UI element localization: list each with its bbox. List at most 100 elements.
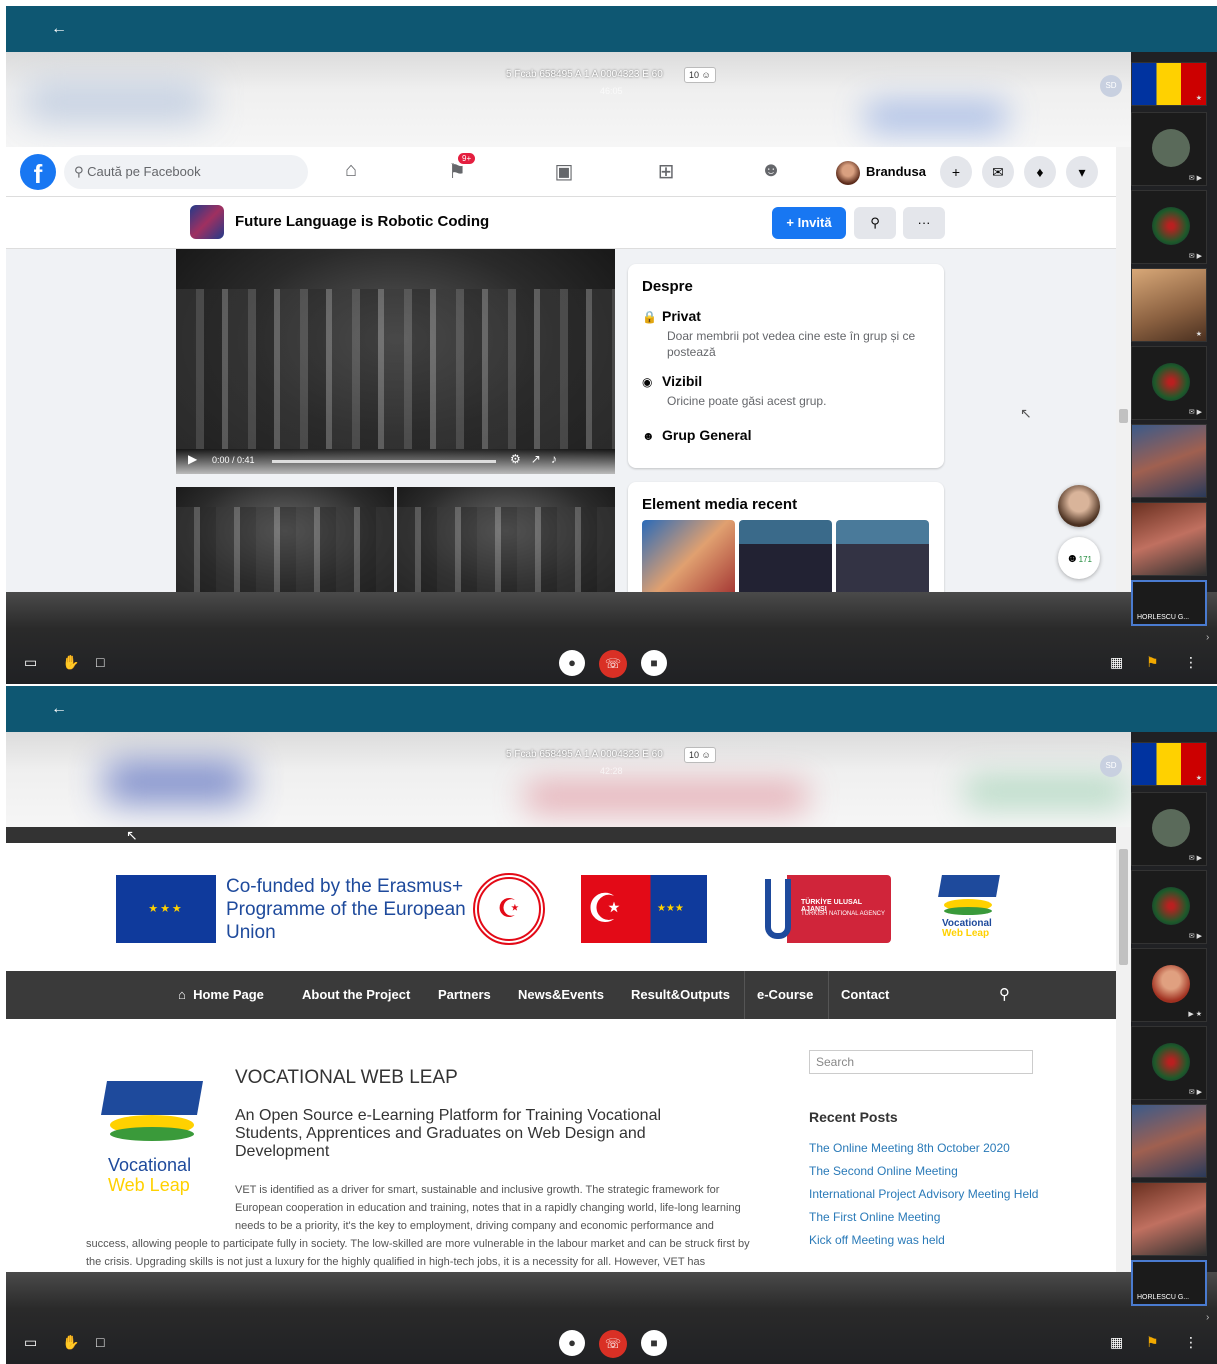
- facebook-user[interactable]: Brandusa: [836, 159, 926, 185]
- avatar: [836, 160, 860, 185]
- chat-icon[interactable]: □: [96, 654, 104, 670]
- video-thumb-1[interactable]: [176, 487, 394, 592]
- menu-home[interactable]: ⌂ Home Page: [178, 971, 264, 1019]
- presenter-strip: 5 Fcab 658495 A 1 A 0004323 E 60 10 ☺ 42…: [6, 732, 1131, 827]
- bell-icon[interactable]: ♦: [1024, 156, 1056, 188]
- recent-post-link[interactable]: The First Online Meeting: [809, 1210, 940, 1224]
- meeting-panel-1: ← 5 Fcab 658495 A 1 A 0004323 E 60 10 ☺ …: [6, 6, 1217, 684]
- hang-up-button[interactable]: ☏: [599, 650, 627, 678]
- grid-layout-icon[interactable]: ▦: [1110, 654, 1123, 671]
- participant-tile[interactable]: ★: [1131, 268, 1207, 342]
- participant-tile[interactable]: ✉ ▶: [1131, 346, 1207, 420]
- menu-partners[interactable]: Partners: [438, 971, 491, 1019]
- menu-news[interactable]: News&Events: [518, 971, 604, 1019]
- marketplace-icon[interactable]: ⊞: [651, 159, 681, 185]
- microphone-icon[interactable]: ●: [559, 650, 585, 676]
- turkish-national-agency-logo: TÜRKİYE ULUSAL AJANSI TURKISH NATIONAL A…: [761, 875, 891, 943]
- chat-icon[interactable]: □: [96, 1334, 104, 1350]
- screen-share-icon[interactable]: ▭: [24, 1334, 37, 1351]
- participant-tile[interactable]: [1131, 1182, 1207, 1256]
- screen-share-icon[interactable]: ▭: [24, 654, 37, 671]
- recent-post-link[interactable]: International Project Advisory Meeting H…: [809, 1187, 1038, 1201]
- shield-icon[interactable]: ⚑: [1146, 1334, 1159, 1351]
- group-search-icon[interactable]: ⚲: [854, 207, 896, 239]
- back-arrow-icon[interactable]: ←: [48, 698, 70, 720]
- group-thumbnail[interactable]: [190, 205, 224, 239]
- play-icon[interactable]: ▶: [188, 452, 197, 466]
- menu-about[interactable]: About the Project: [302, 971, 410, 1019]
- group-title[interactable]: Future Language is Robotic Coding: [235, 213, 489, 230]
- participant-tile[interactable]: [1131, 424, 1207, 498]
- eye-icon: ◉: [642, 375, 653, 389]
- video-thumb-2[interactable]: [397, 487, 615, 592]
- video-settings-icons[interactable]: ⚙ ↗ ♪: [510, 452, 557, 466]
- media-heading: Element media recent: [642, 496, 798, 513]
- participants-badge[interactable]: 10 ☺: [684, 67, 716, 83]
- raise-hand-icon[interactable]: ✋: [62, 1334, 79, 1351]
- chevron-right-icon[interactable]: ›: [1206, 632, 1209, 643]
- recent-post-link[interactable]: The Online Meeting 8th October 2020: [809, 1141, 1010, 1155]
- scrollbar[interactable]: [1116, 827, 1131, 1272]
- pages-flag-icon[interactable]: ⚑ 9+: [442, 153, 476, 185]
- menu-ecourse[interactable]: e-Course: [757, 971, 813, 1019]
- chevron-right-icon[interactable]: ›: [1206, 1312, 1209, 1323]
- participants-badge[interactable]: 10 ☺: [684, 747, 716, 763]
- participant-tile[interactable]: ★: [1131, 62, 1207, 106]
- shield-icon[interactable]: ⚑: [1146, 654, 1159, 671]
- meeting-topbar: ←: [6, 6, 1217, 52]
- grid-layout-icon[interactable]: ▦: [1110, 1334, 1123, 1351]
- eu-flag-logo: ★★★: [116, 875, 216, 943]
- meeting-topbar: ←: [6, 686, 1217, 732]
- participant-tile[interactable]: ▶ ★: [1131, 948, 1207, 1022]
- mouse-cursor-icon: ↖: [126, 827, 138, 843]
- video-progress[interactable]: [272, 460, 496, 463]
- facebook-logo[interactable]: f: [20, 154, 56, 190]
- video-controls: ▶ 0:00 / 0:41 ⚙ ↗ ♪: [176, 449, 615, 474]
- more-vert-icon[interactable]: ⋮: [1184, 1334, 1198, 1351]
- participant-tile[interactable]: HORLESCU G...: [1131, 1260, 1207, 1306]
- contacts-button[interactable]: ☻171: [1058, 537, 1100, 579]
- menu-contact[interactable]: Contact: [841, 971, 889, 1019]
- create-plus-icon[interactable]: +: [940, 156, 972, 188]
- groups-icon[interactable]: ☻: [756, 159, 786, 185]
- scrollbar[interactable]: [1116, 147, 1131, 592]
- chevron-down-icon[interactable]: ▾: [1066, 156, 1098, 188]
- lock-icon: 🔒: [642, 310, 657, 324]
- search-icon[interactable]: ⚲: [999, 985, 1010, 1003]
- about-heading: Despre: [642, 278, 693, 295]
- participant-tile[interactable]: ✉ ▶: [1131, 112, 1207, 186]
- menu-results[interactable]: Result&Outputs: [631, 971, 730, 1019]
- more-vert-icon[interactable]: ⋮: [1184, 654, 1198, 671]
- messenger-icon[interactable]: ✉: [982, 156, 1014, 188]
- participant-tile[interactable]: ✉ ▶: [1131, 870, 1207, 944]
- participant-tile[interactable]: [1131, 1104, 1207, 1178]
- participant-tile[interactable]: HORLESCU G...: [1131, 580, 1207, 626]
- recent-post-link[interactable]: Kick off Meeting was held: [809, 1233, 945, 1247]
- participant-tile[interactable]: ✉ ▶: [1131, 1026, 1207, 1100]
- recent-posts-heading: Recent Posts: [809, 1109, 898, 1125]
- microphone-icon[interactable]: ●: [559, 1330, 585, 1356]
- media-thumb-2[interactable]: [739, 520, 832, 592]
- recent-post-link[interactable]: The Second Online Meeting: [809, 1164, 958, 1178]
- more-button[interactable]: ···: [903, 207, 945, 239]
- participant-tile[interactable]: ★: [1131, 742, 1207, 786]
- chat-head-avatar[interactable]: [1058, 485, 1100, 527]
- media-thumb-1[interactable]: [642, 520, 735, 592]
- search-input[interactable]: Search: [809, 1050, 1033, 1074]
- main-content: Vocational Web Leap VOCATIONAL WEB LEAP …: [6, 1019, 1116, 1272]
- participant-tile[interactable]: ✉ ▶: [1131, 792, 1207, 866]
- home-icon[interactable]: ⌂: [336, 159, 366, 185]
- back-arrow-icon[interactable]: ←: [48, 18, 70, 40]
- watch-icon[interactable]: ▣: [549, 159, 579, 185]
- participant-tile[interactable]: [1131, 502, 1207, 576]
- camera-icon[interactable]: ■: [641, 1330, 667, 1356]
- participant-tile[interactable]: ✉ ▶: [1131, 190, 1207, 264]
- invite-button[interactable]: + Invită: [772, 207, 846, 239]
- media-thumb-3[interactable]: [836, 520, 929, 592]
- raise-hand-icon[interactable]: ✋: [62, 654, 79, 671]
- facebook-header: f ⚲ Caută pe Facebook ⌂ ⚑ 9+ ▣ ⊞ ☻ Brandu…: [6, 147, 1116, 197]
- hang-up-button[interactable]: ☏: [599, 1330, 627, 1358]
- facebook-search-input[interactable]: ⚲ Caută pe Facebook: [64, 155, 308, 189]
- camera-icon[interactable]: ■: [641, 650, 667, 676]
- video-player[interactable]: ▶ 0:00 / 0:41 ⚙ ↗ ♪: [176, 249, 615, 474]
